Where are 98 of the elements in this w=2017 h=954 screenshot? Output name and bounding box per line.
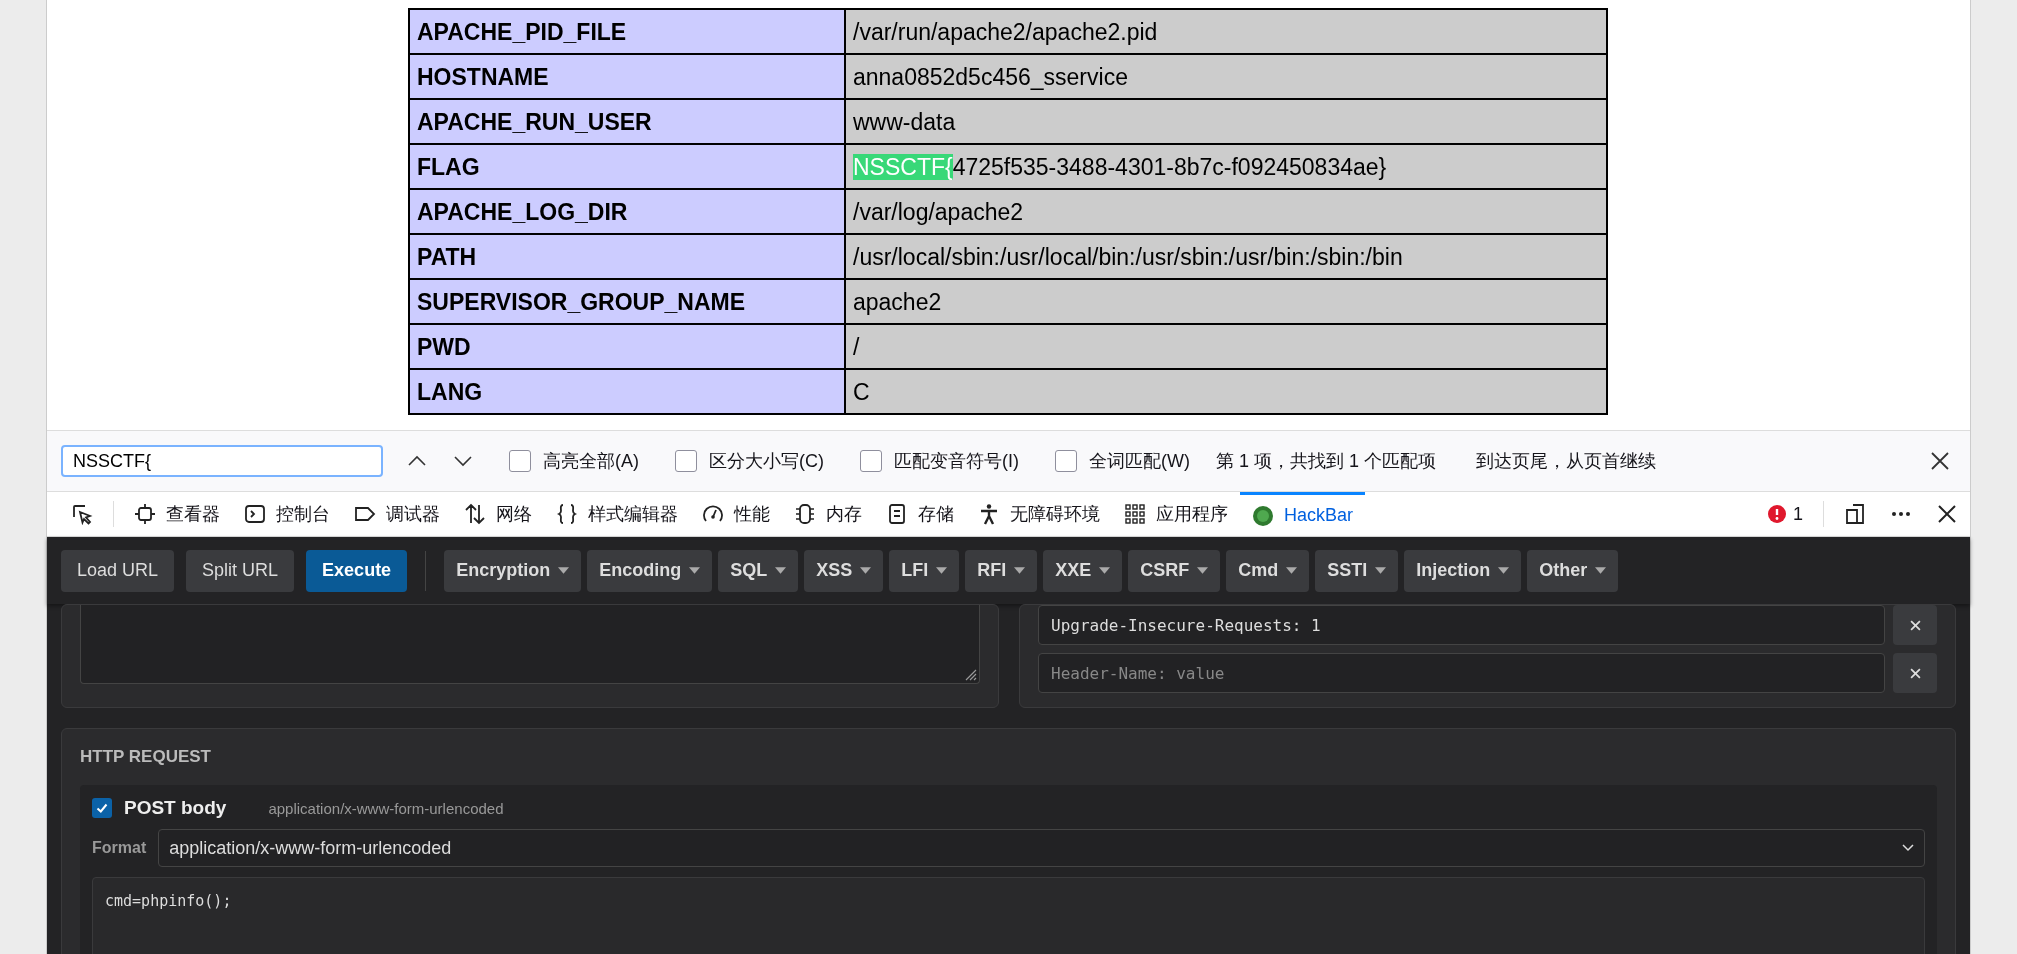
error-count[interactable]: 1: [1793, 503, 1803, 525]
table-cell: PWD: [409, 324, 845, 369]
close-icon[interactable]: [1936, 503, 1958, 525]
checkbox[interactable]: [509, 450, 531, 472]
dropdown-button[interactable]: Injection: [1404, 549, 1522, 592]
format-select[interactable]: application/x-www-form-urlencoded: [158, 829, 1925, 867]
table-cell: LANG: [409, 369, 845, 414]
table-cell: /var/run/apache2/apache2.pid: [845, 9, 1607, 54]
devtools-tab[interactable]: 网络: [452, 492, 544, 536]
caret-icon: [1286, 567, 1298, 574]
caret-icon: [1498, 567, 1510, 574]
dropdown-button[interactable]: LFI: [889, 549, 960, 592]
dropdown-button[interactable]: Cmd: [1226, 549, 1310, 592]
table-cell: /: [845, 324, 1607, 369]
checkmark-icon: [95, 801, 109, 815]
table-cell: /var/log/apache2: [845, 189, 1607, 234]
element-picker-icon[interactable]: [71, 503, 93, 525]
caret-icon: [1375, 567, 1387, 574]
format-label: Format: [92, 839, 147, 857]
devtools-tab[interactable]: 存储: [874, 492, 966, 536]
caret-icon: [1014, 567, 1026, 574]
devtools-tab[interactable]: 无障碍环境: [966, 492, 1112, 536]
dropdown-button[interactable]: Encryption: [444, 549, 582, 592]
logo-icon: [1252, 504, 1274, 527]
accessibility-icon: [978, 503, 1000, 525]
table-cell: FLAG: [409, 144, 845, 189]
table-cell: APACHE_LOG_DIR: [409, 189, 845, 234]
devtools-tab[interactable]: 控制台: [232, 492, 342, 536]
caret-icon: [689, 567, 701, 574]
close-icon: [1909, 619, 1921, 631]
dropdown-button[interactable]: RFI: [965, 549, 1038, 592]
dropdown-button[interactable]: XSS: [804, 549, 884, 592]
devtools-tab[interactable]: 性能: [690, 492, 782, 536]
grid-icon: [1124, 503, 1146, 525]
caret-icon: [775, 567, 787, 574]
dropdown-button[interactable]: Encoding: [587, 549, 713, 592]
devtools-tab[interactable]: 查看器: [122, 492, 232, 536]
match-status: 第 1 项，共找到 1 个匹配项: [1216, 450, 1436, 473]
checkbox-label: 全词匹配(W): [1089, 450, 1190, 473]
checkbox[interactable]: [675, 450, 697, 472]
dropdown-button[interactable]: SSTI: [1315, 549, 1399, 592]
braces-icon: [556, 503, 578, 525]
caret-icon: [1099, 567, 1111, 574]
caret-icon: [558, 567, 570, 574]
resize-grip-icon[interactable]: [963, 667, 977, 681]
header-field[interactable]: Upgrade-Insecure-Requests: 1: [1038, 605, 1885, 645]
devtools-tab[interactable]: 应用程序: [1112, 492, 1240, 536]
table-cell: apache2: [845, 279, 1607, 324]
responsive-view-icon[interactable]: [1844, 503, 1866, 525]
checkbox-label: 匹配变音符号(I): [894, 450, 1019, 473]
chip-icon: [794, 503, 816, 525]
devtools-tab[interactable]: 样式编辑器: [544, 492, 690, 536]
table-cell: APACHE_RUN_USER: [409, 99, 845, 144]
search-field[interactable]: NSSCTF{: [61, 445, 383, 477]
header-field[interactable]: Header-Name: value: [1038, 653, 1885, 693]
devtools-tab[interactable]: 调试器: [342, 492, 452, 536]
dropdown-button[interactable]: Other: [1527, 549, 1619, 592]
checkbox[interactable]: [92, 798, 112, 818]
dropdown-button[interactable]: SQL: [718, 549, 799, 592]
console-icon: [244, 503, 266, 525]
caret-icon: [936, 567, 948, 574]
table-cell: www-data: [845, 99, 1607, 144]
checkbox[interactable]: [860, 450, 882, 472]
wrap-notice: 到达页尾，从页首继续: [1476, 450, 1656, 473]
chevron-down-icon[interactable]: [453, 455, 473, 467]
table-cell: APACHE_PID_FILE: [409, 9, 845, 54]
caret-icon: [1197, 567, 1209, 574]
storage-icon: [886, 503, 908, 525]
table-cell: /usr/local/sbin:/usr/local/bin:/usr/sbin:/usr/bin:/sbin:/bin: [845, 234, 1607, 279]
chevron-down-icon: [1902, 844, 1914, 852]
action-button[interactable]: Split URL: [186, 549, 295, 592]
dropdown-button[interactable]: XXE: [1043, 549, 1123, 592]
close-icon: [1909, 667, 1921, 679]
table-cell: C: [845, 369, 1607, 414]
dropdown-button[interactable]: CSRF: [1128, 549, 1221, 592]
remove-button[interactable]: [1893, 605, 1937, 645]
remove-button[interactable]: [1893, 653, 1937, 693]
table-cell: SUPERVISOR_GROUP_NAME: [409, 279, 845, 324]
table-cell: HOSTNAME: [409, 54, 845, 99]
table-cell: PATH: [409, 234, 845, 279]
section-title: HTTP REQUEST: [80, 747, 212, 767]
checkbox-label: 高亮全部(A): [543, 450, 639, 473]
close-icon[interactable]: [1930, 451, 1950, 471]
body-field[interactable]: cmd=phpinfo();: [92, 877, 1925, 954]
action-button[interactable]: Load URL: [61, 549, 175, 592]
error-icon[interactable]: [1767, 504, 1787, 524]
caret-icon: [1595, 567, 1607, 574]
content-type-label: application/x-www-form-urlencoded: [268, 799, 504, 817]
inspector-icon: [134, 503, 156, 525]
chevron-up-icon[interactable]: [407, 455, 427, 467]
checkbox-label: 区分大小写(C): [709, 450, 824, 473]
action-button[interactable]: Execute: [306, 549, 408, 592]
table-cell: anna0852d5c456_sservice: [845, 54, 1607, 99]
checkbox[interactable]: [1055, 450, 1077, 472]
caret-icon: [860, 567, 872, 574]
arrows-icon: [464, 503, 486, 525]
devtools-tab[interactable]: 内存: [782, 492, 874, 536]
checkbox-label: POST body: [124, 797, 227, 819]
